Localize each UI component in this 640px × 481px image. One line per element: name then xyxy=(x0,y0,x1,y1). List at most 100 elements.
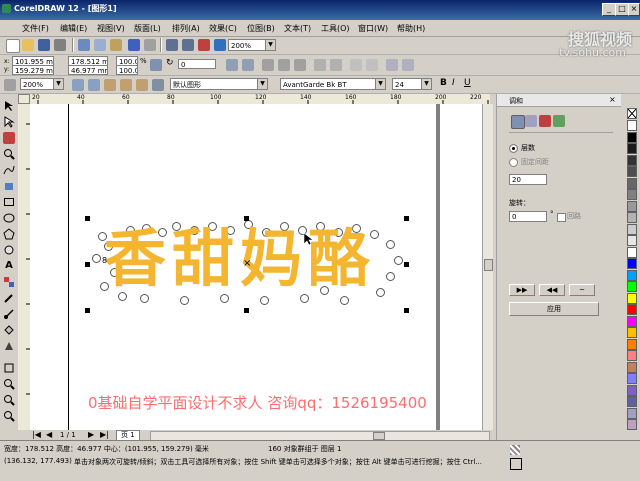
menu-effects[interactable]: 效果(C) xyxy=(209,23,237,34)
break-apart-icon[interactable] xyxy=(330,59,342,71)
menu-text[interactable]: 文本(T) xyxy=(284,23,311,34)
palette-swatch[interactable] xyxy=(627,258,637,269)
convert-to-curves-icon[interactable] xyxy=(386,59,398,71)
italic-icon[interactable]: I xyxy=(452,78,455,88)
selection-handle[interactable] xyxy=(244,216,249,221)
menu-bitmaps[interactable]: 位图(B) xyxy=(247,23,275,34)
pan-icon[interactable] xyxy=(152,79,164,91)
curve-button[interactable]: ~ xyxy=(569,284,595,296)
underline-icon[interactable]: U xyxy=(464,78,471,88)
next-page-icon[interactable]: ▶ xyxy=(88,430,94,439)
fill-tool-icon[interactable] xyxy=(3,324,15,336)
shape-tool-icon[interactable] xyxy=(3,116,15,128)
outline-icon[interactable] xyxy=(402,59,414,71)
palette-swatch[interactable] xyxy=(627,143,637,154)
menu-view[interactable]: 视图(V) xyxy=(97,23,125,34)
rectangle-tool-icon[interactable] xyxy=(3,196,15,208)
no-color-swatch[interactable] xyxy=(627,108,637,119)
angle-field[interactable]: 0 xyxy=(178,59,216,69)
lock-ratio-icon[interactable] xyxy=(150,59,162,71)
object-style-combo[interactable]: 默认图形 ▼ xyxy=(170,78,268,90)
selection-handle[interactable] xyxy=(404,262,409,267)
menu-tools[interactable]: 工具(O) xyxy=(321,23,350,34)
palette-swatch[interactable] xyxy=(627,407,637,419)
selection-handle[interactable] xyxy=(85,216,90,221)
zoom-page-icon[interactable] xyxy=(136,79,148,91)
prev-page-icon[interactable]: ◀ xyxy=(46,430,52,439)
selection-handle[interactable] xyxy=(404,216,409,221)
mirror-vertical-icon[interactable] xyxy=(242,59,254,71)
smart-fill-icon[interactable] xyxy=(3,180,15,192)
page-zoom-icon[interactable] xyxy=(3,378,15,390)
scroll-thumb[interactable] xyxy=(373,432,385,440)
palette-swatch[interactable] xyxy=(627,200,637,212)
palette-swatch[interactable] xyxy=(627,327,637,338)
selection-handle[interactable] xyxy=(244,308,249,313)
import-icon[interactable] xyxy=(166,39,178,51)
blend-steps-tab[interactable] xyxy=(511,115,525,129)
interactive-blend-icon[interactable] xyxy=(3,276,15,288)
fill-indicator-icon[interactable] xyxy=(510,445,520,455)
zoom-plus-icon[interactable] xyxy=(3,394,15,406)
palette-swatch[interactable] xyxy=(627,361,637,373)
menu-help[interactable]: 帮助(H) xyxy=(397,23,425,34)
palette-swatch[interactable] xyxy=(627,223,637,235)
layers-radio[interactable] xyxy=(509,144,518,153)
blend-accel-tab[interactable] xyxy=(525,115,537,127)
palette-swatch[interactable] xyxy=(627,154,637,166)
menu-arrange[interactable]: 排列(A) xyxy=(172,23,200,34)
palette-swatch[interactable] xyxy=(627,166,637,177)
selection-handle[interactable] xyxy=(85,262,90,267)
palette-swatch[interactable] xyxy=(627,120,637,131)
palette-swatch[interactable] xyxy=(627,419,637,430)
paste-icon[interactable] xyxy=(110,39,122,51)
height-field[interactable]: 46.977 mm xyxy=(68,65,108,75)
close-button[interactable]: × xyxy=(628,3,640,16)
palette-swatch[interactable] xyxy=(627,350,637,361)
zoom-combo[interactable]: 200% ▼ xyxy=(20,78,64,90)
blend-misc-tab[interactable] xyxy=(553,115,565,127)
hand-tool-icon[interactable] xyxy=(3,362,15,374)
ruler-origin[interactable] xyxy=(18,94,30,104)
interactive-fill-icon[interactable] xyxy=(3,340,15,352)
docker-close-icon[interactable]: × xyxy=(609,95,616,104)
font-list-combo[interactable]: AvantGarde Bk BT ▼ xyxy=(280,78,386,90)
palette-swatch[interactable] xyxy=(627,304,637,315)
font-size-combo[interactable]: 24 ▼ xyxy=(392,78,432,90)
steps-input[interactable]: 20 xyxy=(509,174,547,185)
corel-online-icon[interactable] xyxy=(214,39,226,51)
undo-icon[interactable] xyxy=(128,39,140,51)
ungroup-icon[interactable] xyxy=(278,59,290,71)
basic-shapes-icon[interactable] xyxy=(3,244,15,256)
apply-button[interactable]: 应用 xyxy=(509,302,599,316)
palette-swatch[interactable] xyxy=(627,189,637,200)
last-page-icon[interactable]: ▶| xyxy=(100,430,109,439)
redo-icon[interactable] xyxy=(144,39,156,51)
print-icon[interactable] xyxy=(54,39,66,51)
export-icon[interactable] xyxy=(182,39,194,51)
palette-swatch[interactable] xyxy=(627,315,637,327)
ungroup-all-icon[interactable] xyxy=(294,59,306,71)
scroll-thumb[interactable] xyxy=(484,259,493,271)
spacing-radio[interactable] xyxy=(509,158,518,167)
text-tool-icon[interactable]: A xyxy=(3,260,15,272)
zoom-out-icon[interactable] xyxy=(88,79,100,91)
menu-file[interactable]: 文件(F) xyxy=(22,23,49,34)
ellipse-tool-icon[interactable] xyxy=(3,212,15,224)
palette-swatch[interactable] xyxy=(627,131,637,143)
copy-icon[interactable] xyxy=(94,39,106,51)
rotate-input[interactable]: 0 xyxy=(509,211,547,222)
menu-window[interactable]: 窗口(W) xyxy=(358,23,388,34)
loop-checkbox[interactable] xyxy=(557,213,566,222)
blend-color-tab[interactable] xyxy=(539,115,551,127)
menu-edit[interactable]: 编辑(E) xyxy=(60,23,87,34)
palette-swatch[interactable] xyxy=(627,292,637,304)
first-page-icon[interactable]: |◀ xyxy=(32,430,41,439)
zoom-levels-combo[interactable]: 200% ▼ xyxy=(228,39,276,51)
zoom-selected-icon[interactable] xyxy=(104,79,116,91)
to-back-icon[interactable] xyxy=(366,59,378,71)
palette-swatch[interactable] xyxy=(627,235,637,246)
crop-tool-icon[interactable] xyxy=(3,132,15,144)
outline-indicator-icon[interactable] xyxy=(510,458,522,470)
outline-tool-icon[interactable] xyxy=(3,308,15,320)
